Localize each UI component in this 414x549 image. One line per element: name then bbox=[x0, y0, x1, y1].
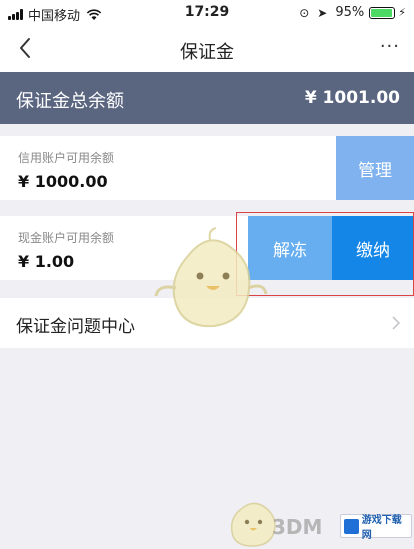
lock-rotation-icon: ⊙ bbox=[299, 5, 310, 20]
location-icon: ➤ bbox=[317, 5, 328, 20]
watermark-mascot bbox=[154, 227, 268, 328]
status-right: ⊙ ➤ 95% ⚡ bbox=[299, 5, 406, 20]
chevron-right-icon bbox=[392, 316, 400, 330]
watermark-badge-icon bbox=[344, 518, 359, 534]
total-balance-bar: 保证金总余额 ¥ 1001.00 bbox=[0, 72, 414, 124]
cash-balance-value: ¥ 1.00 bbox=[18, 252, 75, 271]
nav-bar: 保证金 ··· bbox=[0, 26, 414, 72]
total-balance-amount: ¥ 1001.00 bbox=[304, 88, 400, 108]
charging-icon: ⚡ bbox=[398, 6, 406, 19]
pay-button[interactable]: 缴纳 bbox=[332, 216, 414, 280]
more-menu-button[interactable]: ··· bbox=[380, 36, 400, 57]
credit-account-card: 信用账户可用余额 ¥ 1000.00 管理 bbox=[0, 136, 414, 200]
cash-balance-label: 现金账户可用余额 bbox=[18, 231, 115, 245]
credit-balance-label: 信用账户可用余额 bbox=[18, 151, 115, 165]
faq-center-label: 保证金问题中心 bbox=[16, 317, 135, 337]
page-title: 保证金 bbox=[180, 42, 234, 63]
watermark-text: 3DM bbox=[272, 515, 323, 539]
manage-button[interactable]: 管理 bbox=[336, 136, 414, 200]
status-bar: 中国移动 17:29 ⊙ ➤ 95% ⚡ bbox=[0, 0, 414, 26]
total-balance-label: 保证金总余额 bbox=[16, 91, 124, 112]
battery-icon bbox=[369, 6, 396, 19]
watermark-badge-text: 游戏下载网 bbox=[361, 515, 402, 541]
battery-percent: 95% bbox=[335, 5, 365, 20]
credit-balance-value: ¥ 1000.00 bbox=[18, 172, 108, 191]
watermark-badge: 游戏下载网 bbox=[340, 514, 412, 541]
